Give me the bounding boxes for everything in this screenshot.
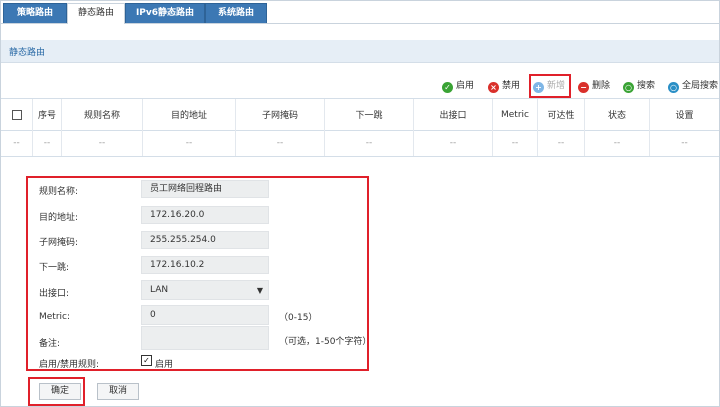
col-next-hop: 下一跳 [325,99,414,130]
row-cell: -- [143,129,236,156]
note-label: 备注: [39,339,61,349]
disable-button[interactable]: × 禁用 [488,79,520,93]
col-subnet-mask: 子网掩码 [236,99,325,130]
minus-icon: − [578,82,589,93]
select-all-cell [1,99,33,130]
subnet-mask-label: 子网掩码: [39,238,79,248]
row-cell: -- [33,129,62,156]
metric-input[interactable]: 0 [141,305,269,325]
dest-address-input[interactable]: 172.16.20.0 [141,206,269,224]
row-cell: -- [236,129,325,156]
enable-rule-checkbox[interactable]: ✓ [141,355,152,366]
col-interface: 出接口 [414,99,493,130]
delete-button[interactable]: − 删除 [578,79,610,93]
global-search-icon: ○ [668,82,679,93]
panel-header: 静态路由 [1,40,719,63]
row-cell: -- [585,129,650,156]
search-button[interactable]: ○ 搜索 [623,79,655,93]
note-hint: （可选，1-50个字符） [279,337,372,347]
check-icon: ✓ [442,82,453,93]
note-input[interactable] [141,326,269,350]
disable-label: 禁用 [502,81,521,91]
rule-name-label: 规则名称: [39,187,79,197]
metric-label: Metric: [39,312,71,322]
dest-address-label: 目的地址: [39,213,79,223]
row-cell: -- [325,129,414,156]
row-cell: -- [62,129,143,156]
rule-name-input[interactable]: 员工网络回程路由 [141,180,269,198]
tab-policy-route[interactable]: 策略路由 [3,3,67,23]
interface-label: 出接口: [39,289,70,299]
tab-system-route[interactable]: 系统路由 [205,3,267,23]
metric-hint: （0-15） [279,313,318,323]
enable-rule-checkbox-label: 启用 [155,360,174,370]
ok-button[interactable]: 确定 [39,383,81,400]
interface-select[interactable]: LAN ▼ [141,280,269,300]
col-settings: 设置 [675,111,694,121]
col-status: 状态 [585,99,650,130]
row-cell: -- [538,129,585,156]
col-dest-address: 目的地址 [143,99,236,130]
interface-select-value: LAN [150,285,169,295]
search-icon: ○ [623,82,634,93]
chevron-down-icon: ▼ [256,286,263,295]
add-label: 新增 [547,81,566,91]
cancel-button[interactable]: 取消 [97,383,139,400]
enable-button[interactable]: ✓ 启用 [442,79,474,93]
close-icon: × [488,82,499,93]
col-rule-name: 规则名称 [62,99,143,130]
search-label: 搜索 [637,81,656,91]
next-hop-input[interactable]: 172.16.10.2 [141,256,269,274]
row-cell: -- [414,129,493,156]
main-frame: 策略路由 静态路由 IPv6静态路由 系统路由 静态路由 ✓ 启用 × 禁用 + 新增… [0,0,720,407]
subnet-mask-input[interactable]: 255.255.254.0 [141,231,269,249]
col-metric: Metric [493,99,538,130]
panel-title: 静态路由 [9,48,46,58]
delete-label: 删除 [592,81,611,91]
col-reachability: 可达性 [538,99,585,130]
enable-rule-label: 启用/禁用规则: [39,360,100,370]
plus-icon: + [533,82,544,93]
tab-ipv6-static-route[interactable]: IPv6静态路由 [125,3,205,23]
global-search-button[interactable]: ○ 全局搜索 [668,79,718,93]
table-row: -- -- -- -- -- -- -- -- -- -- -- [1,129,719,157]
row-cell: -- [681,137,688,148]
enable-label: 启用 [456,81,475,91]
next-hop-label: 下一跳: [39,263,70,273]
row-cell: -- [1,129,33,156]
tab-bar: 策略路由 静态路由 IPv6静态路由 系统路由 [1,1,719,24]
global-search-label: 全局搜索 [682,81,719,91]
col-index: 序号 [33,99,62,130]
row-cell: -- [493,129,538,156]
table-header: 序号 规则名称 目的地址 子网掩码 下一跳 出接口 Metric 可达性 状态 … [1,98,719,131]
select-all-checkbox[interactable] [11,109,22,120]
tab-static-route[interactable]: 静态路由 [67,3,125,24]
add-button[interactable]: + 新增 [533,79,565,93]
